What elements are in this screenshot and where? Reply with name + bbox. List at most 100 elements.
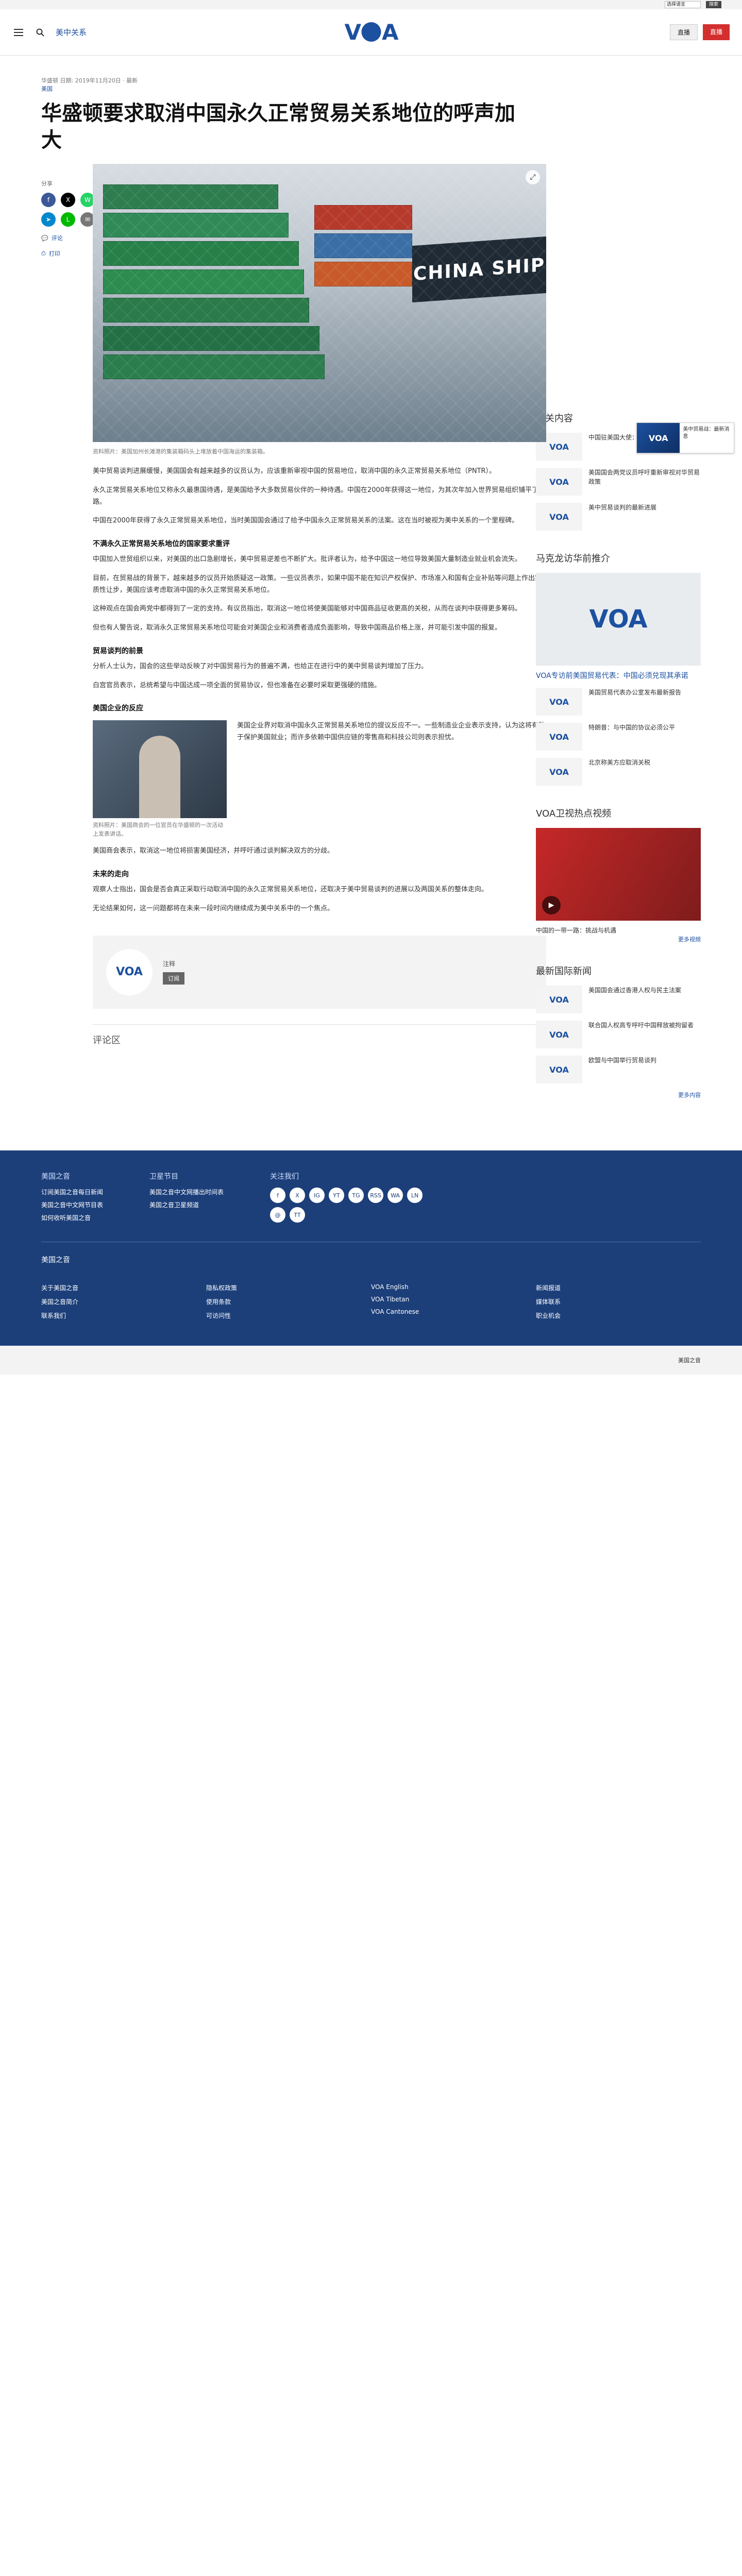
more-video-link[interactable]: 更多视频 [536, 935, 701, 943]
telegram-icon[interactable]: TG [348, 1188, 364, 1203]
facebook-icon[interactable]: f [270, 1188, 286, 1203]
article-category[interactable]: 美国 [41, 84, 515, 93]
footer-link[interactable]: 职业机会 [536, 1311, 670, 1320]
article-paragraph: 目前，在贸易战的背景下，越来越多的议员开始质疑这一政策。一些议员表示，如果中国不… [93, 574, 542, 594]
article-paragraph: 这种观点在国会两党中都得到了一定的支持。有议员指出，取消这一地位将使美国能够对中… [93, 605, 522, 613]
article-main: 华盛顿 日期: 2019年11月20日 · 最新 美国 华盛顿要求取消中国永久正… [41, 76, 546, 1120]
social-icons: f X IG YT TG RSS WA LN @ TT [270, 1188, 435, 1223]
language-select[interactable]: 选择语言 [664, 1, 701, 8]
utility-search-button[interactable]: 搜索 [705, 1, 721, 8]
feature-image[interactable]: VOA [536, 573, 701, 666]
footer-link[interactable]: 关于美国之音 [41, 1283, 175, 1292]
email-icon[interactable]: @ [270, 1207, 286, 1223]
hero-caption: 资料照片：美国加州长滩港的集装箱码头上堆放着中国海运的集装箱。 [93, 448, 268, 455]
footer-bottom-title: 美国之音 [41, 1256, 70, 1264]
live-button[interactable]: 直播 [669, 24, 698, 40]
instagram-icon[interactable]: IG [309, 1188, 325, 1203]
floating-promo[interactable]: VOA 美中贸易战：最新消息 [636, 422, 734, 453]
inline-photo-caption: 资料照片：美国商会的一位官员在华盛顿的一次活动上发表讲话。 [93, 822, 223, 837]
inline-photo [93, 720, 227, 819]
footer-link[interactable]: 美国之音中文网播出时间表 [149, 1188, 224, 1196]
article-subheading: 美国企业的反应 [93, 704, 143, 713]
side-item[interactable]: VOA 美国贸易代表办公室发布最新报告 [536, 688, 701, 716]
live-red-button[interactable]: 直播 [702, 24, 730, 40]
related-label: 注释 [163, 960, 176, 968]
footer-link[interactable]: 隐私权政策 [206, 1283, 340, 1292]
sidebar: 相关内容 VOA 中国驻美国大使：中美贸易谈判 VOA 美国国会两党议员呼吁重新… [536, 76, 701, 1120]
x-icon[interactable]: X [61, 193, 75, 207]
print-link[interactable]: ⎙ 打印 [41, 249, 82, 258]
subscribe-button[interactable]: 订阅 [163, 972, 184, 985]
article-paragraph: 观察人士指出，国会是否会真正采取行动取消中国的永久正常贸易关系地位，还取决于美中… [93, 886, 488, 893]
feature-widget: 马克龙访华前推介 VOA VOA专访前美国贸易代表：中国必须兑现其承诺 VOA … [536, 551, 701, 786]
video-thumbnail[interactable]: ▶ [536, 828, 701, 921]
footer-link[interactable]: VOA Tibetan [371, 1296, 505, 1303]
footer-link[interactable]: 使用条款 [206, 1297, 340, 1306]
article-paragraph: 但也有人警告说，取消永久正常贸易关系地位可能会对美国企业和消费者造成负面影响，导… [93, 624, 502, 632]
more-news-link[interactable]: 更多内容 [536, 1091, 701, 1099]
voa-thumb: VOA [536, 688, 582, 716]
side-item-text: 联合国人权高专呼吁中国释放被拘留者 [588, 1022, 694, 1029]
rss-icon[interactable]: RSS [368, 1188, 384, 1203]
feature-text[interactable]: VOA专访前美国贸易代表：中国必须兑现其承诺 [536, 671, 701, 682]
inline-figure: 资料照片：美国商会的一位官员在华盛顿的一次活动上发表讲话。 美国企业界对取消中国永… [93, 720, 546, 838]
voa-thumb: VOA [536, 723, 582, 751]
footer-link[interactable]: 美国之音简介 [41, 1297, 175, 1306]
voa-thumb: VOA [536, 1021, 582, 1048]
utility-bar: 选择语言 搜索 [0, 0, 742, 9]
side-item[interactable]: VOA 特朗普：与中国的协议必须公平 [536, 723, 701, 751]
line-icon[interactable]: LN [407, 1188, 423, 1203]
voa-thumb: VOA [536, 986, 582, 1013]
side-item[interactable]: VOA 欧盟与中国举行贸易谈判 [536, 1056, 701, 1083]
footer-link[interactable]: VOA Cantonese [371, 1308, 505, 1315]
play-icon[interactable]: ▶ [542, 896, 561, 914]
comments-title: 评论区 [93, 1024, 546, 1046]
site-footer: 美国之音 订阅美国之音每日新闻 美国之音中文网节目表 如何收听美国之音 卫星节目… [0, 1150, 742, 1346]
comments-link[interactable]: 💬 评论 [41, 234, 82, 242]
menu-icon[interactable] [12, 26, 25, 39]
line-icon[interactable]: L [61, 212, 75, 227]
whatsapp-icon[interactable]: WA [387, 1188, 403, 1203]
expand-icon[interactable]: ⤢ [526, 170, 540, 184]
print-link-label: 打印 [48, 250, 60, 257]
facebook-icon[interactable]: f [41, 193, 56, 207]
footer-link[interactable]: 可访问性 [206, 1311, 340, 1320]
tiktok-icon[interactable]: TT [290, 1207, 306, 1223]
side-item-text: 美国贸易代表办公室发布最新报告 [588, 689, 682, 696]
search-icon[interactable] [34, 26, 46, 39]
side-item[interactable]: VOA 北京称美方应取消关税 [536, 758, 701, 786]
footer-link[interactable]: 媒体联系 [536, 1297, 670, 1306]
footer-col3-title: 关注我们 [270, 1173, 299, 1181]
section-link[interactable]: 美中关系 [56, 27, 87, 38]
site-logo[interactable]: VA [344, 20, 398, 45]
side-item[interactable]: VOA 联合国人权高专呼吁中国释放被拘留者 [536, 1021, 701, 1048]
side-item[interactable]: VOA 美国国会两党议员呼吁重新审视对华贸易政策 [536, 468, 701, 496]
youtube-icon[interactable]: YT [329, 1188, 345, 1203]
video-text[interactable]: 中国的一带一路：挑战与机遇 [536, 926, 701, 935]
footer-link[interactable]: 新闻报道 [536, 1283, 670, 1292]
related-box: VOA 注释 订阅 [93, 935, 546, 1009]
footer-link[interactable]: 如何收听美国之音 [41, 1213, 103, 1222]
x-icon[interactable]: X [290, 1188, 306, 1203]
footer-link[interactable]: 订阅美国之音每日新闻 [41, 1188, 103, 1196]
footer-link[interactable]: 美国之音卫星频道 [149, 1200, 224, 1209]
share-label: 分享 [41, 180, 53, 187]
voa-thumb: VOA [536, 758, 582, 786]
side-item-text: 美国国会两党议员呼吁重新审视对华贸易政策 [588, 469, 700, 485]
footer-link[interactable]: 联系我们 [41, 1311, 175, 1320]
side-item[interactable]: VOA 美中贸易谈判的最新进展 [536, 503, 701, 531]
news-title: 最新国际新闻 [536, 966, 592, 977]
print-icon: ⎙ [41, 250, 46, 257]
article-subheading: 未来的走向 [93, 870, 129, 878]
footer-link[interactable]: 美国之音中文网节目表 [41, 1200, 103, 1209]
comment-icon: 💬 [41, 234, 48, 242]
footer-link[interactable]: VOA English [371, 1283, 505, 1291]
comments-link-label: 评论 [51, 235, 63, 242]
side-item[interactable]: VOA 美国国会通过香港人权与民主法案 [536, 986, 701, 1013]
voa-logo: VOA [106, 948, 153, 995]
footer-col2-title: 卫星节目 [149, 1173, 179, 1181]
telegram-icon[interactable]: ➤ [41, 212, 56, 227]
site-header: 美中关系 VA 直播 直播 [0, 9, 742, 56]
article-paragraph: 白宫官员表示，总统希望与中国达成一项全面的贸易协议，但也准备在必要时采取更强硬的… [93, 681, 381, 689]
feature-title: 马克龙访华前推介 [536, 553, 610, 564]
